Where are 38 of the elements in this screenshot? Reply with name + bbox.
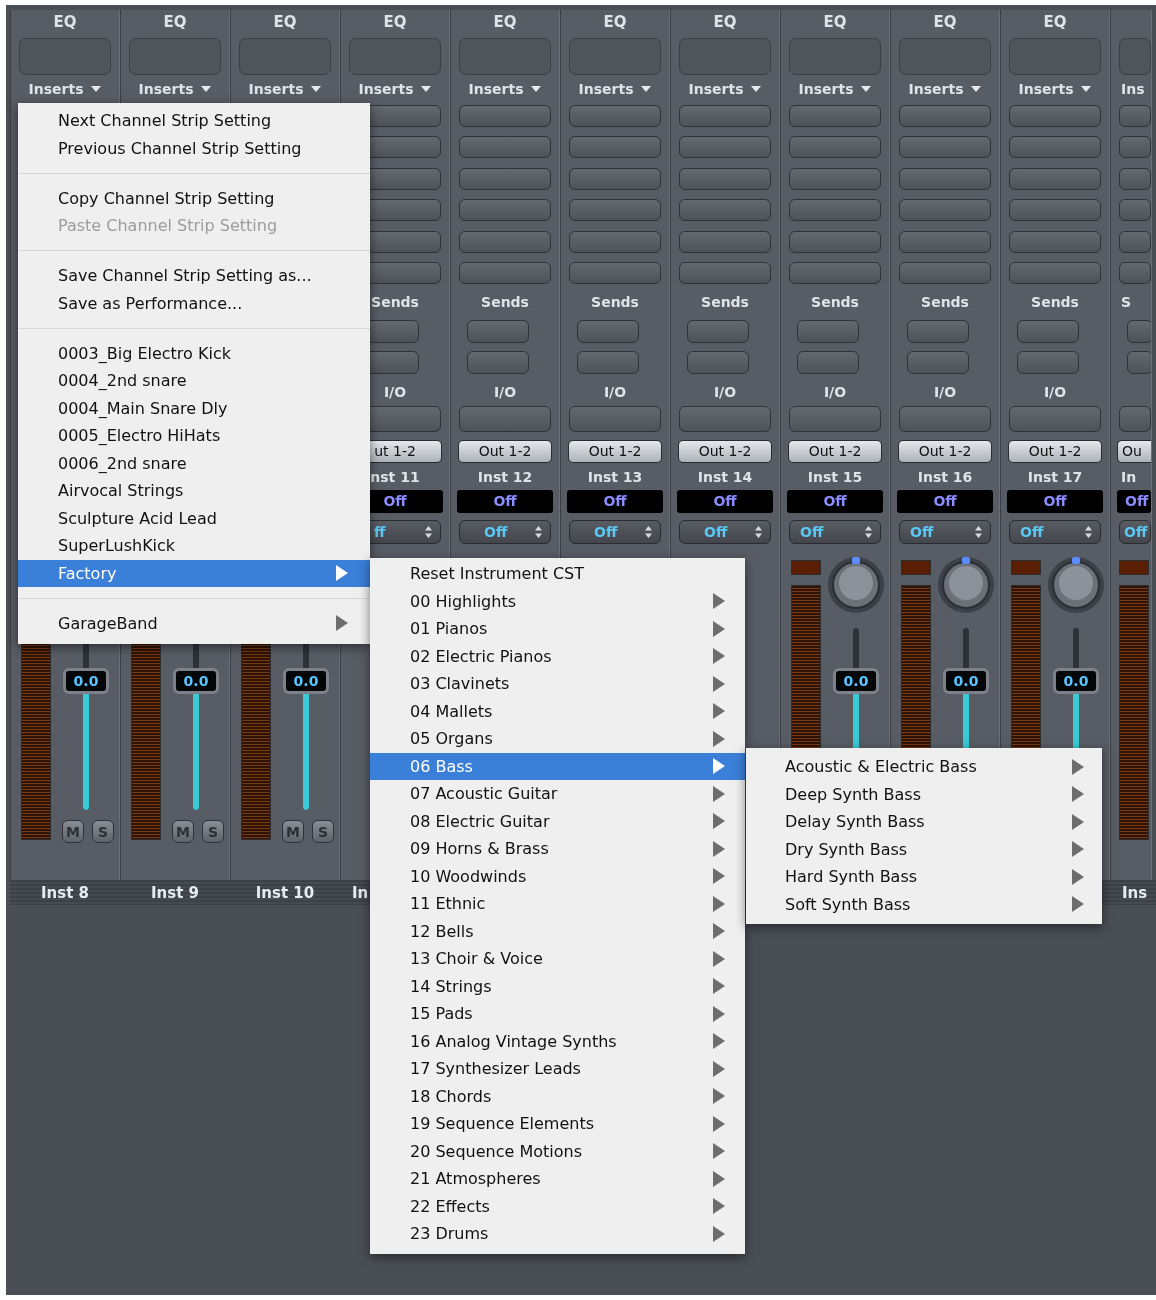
sends-label: Sends (481, 293, 529, 310)
io-label: I/O (823, 383, 847, 400)
channel-label: Inst 14 (697, 468, 753, 485)
channel-name: In (352, 883, 369, 902)
eq-label: EQ (163, 13, 187, 31)
sends-label: Sends (811, 293, 859, 310)
channel-label: Inst 15 (807, 468, 863, 485)
eq-label: EQ (53, 13, 77, 31)
eq-label: EQ (273, 13, 297, 31)
eq-label: EQ (823, 13, 847, 31)
channel-label: nst 11 (370, 468, 420, 485)
sends-label: Sends (701, 293, 749, 310)
channel-name: Inst 9 (151, 883, 199, 902)
channel-label: Inst 12 (477, 468, 533, 485)
eq-label: EQ (493, 13, 517, 31)
channel-label: Inst 13 (587, 468, 643, 485)
io-label: I/O (933, 383, 957, 400)
sends-label: Sends (1031, 293, 1079, 310)
channel-name: Inst 10 (255, 883, 315, 902)
sends-label: Sends (591, 293, 639, 310)
channel-label: In (1121, 468, 1137, 485)
eq-label: EQ (1043, 13, 1067, 31)
io-label: I/O (383, 383, 407, 400)
eq-label: EQ (603, 13, 627, 31)
sends-label: Sends (371, 293, 419, 310)
io-label: I/O (603, 383, 627, 400)
eq-label: EQ (933, 13, 957, 31)
io-label: I/O (493, 383, 517, 400)
io-label: I/O (713, 383, 737, 400)
eq-label: EQ (713, 13, 737, 31)
io-label: I/O (1043, 383, 1067, 400)
channel-label: Inst 17 (1027, 468, 1083, 485)
channel-name: Inst 8 (41, 883, 89, 902)
sends-label: S (1121, 293, 1132, 310)
eq-label: EQ (383, 13, 407, 31)
channel-label: Inst 16 (917, 468, 973, 485)
sends-label: Sends (921, 293, 969, 310)
channel-name: Ins (1122, 883, 1148, 902)
